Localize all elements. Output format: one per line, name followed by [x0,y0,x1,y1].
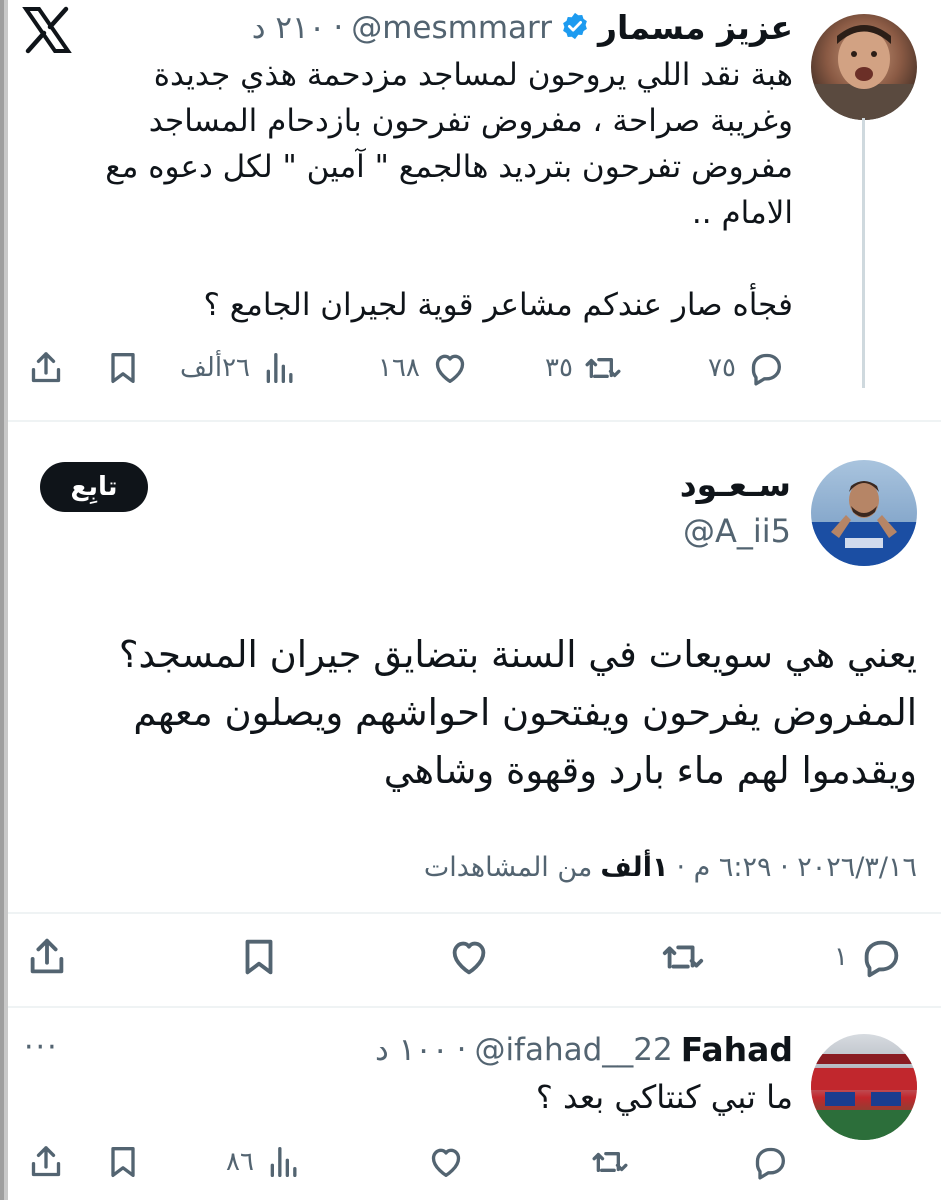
share-button[interactable] [26,348,66,388]
author-handle[interactable]: @ifahad__22 [474,1032,672,1068]
bookmark-button[interactable] [103,348,143,388]
heart-icon [435,354,465,383]
divider [8,420,941,422]
reply-button[interactable] [750,1142,790,1182]
author-handle[interactable]: @mesmmarr [351,10,552,46]
bar-chart-icon [266,353,293,383]
tweet-time[interactable]: ٢١٠ د [252,10,326,46]
author-name[interactable]: سـعـود [680,465,791,504]
reply-count: ٧٥ [708,353,736,383]
tweet-meta: ٢٠٢٦/٣/١٦ · ٦:٢٩ م · ١ألف من المشاهدات [424,852,917,883]
tweet2-text: يعني هي سويعات في السنة بتضايق جيران الم… [118,633,917,792]
tweet1-header: عزيز مسمار @mesmmarr · ٢١٠ د [252,8,793,47]
avatar[interactable] [811,460,917,566]
retweet-button[interactable] [660,934,706,980]
reply-button[interactable]: ٧٥ [708,348,786,388]
reply-icon [864,940,899,978]
retweet-icon [585,358,621,378]
views-label: من المشاهدات [423,852,593,883]
left-edge-border-dark [0,0,4,1200]
bookmark-icon [245,939,273,975]
divider [8,912,941,914]
separator-dot: · [456,1031,467,1068]
retweet-icon [592,1152,628,1172]
tweet3-text: ما تبي كنتاكي بعد ؟ [535,1078,793,1116]
bookmark-icon [111,1147,135,1177]
heart-icon [452,941,486,975]
bookmark-button[interactable] [236,934,282,980]
avatar[interactable] [811,14,917,120]
share-icon [31,1146,61,1177]
tweet-timestamp[interactable]: ٢٠٢٦/٣/١٦ · ٦:٢٩ م · [676,852,917,883]
reply-count: ١ [834,942,848,972]
share-button[interactable] [24,934,70,980]
tweet-time[interactable]: ١٠٠ د [375,1032,449,1068]
views-count: ١ألف [600,852,669,883]
heart-icon [431,1148,461,1177]
views-count: ٨٦ [226,1147,254,1177]
retweet-button[interactable]: ٣٥ [545,348,623,388]
more-options-icon[interactable]: ··· [24,1030,59,1065]
views-button[interactable]: ٨٦ [226,1142,304,1182]
views-button[interactable]: ٢٦ألف [180,348,300,388]
bookmark-icon [111,353,135,383]
like-button[interactable]: ١٦٨ [378,348,470,388]
author-name[interactable]: Fahad [681,1030,793,1069]
separator-dot: · [333,9,344,46]
reply-button[interactable]: ١ [834,934,904,980]
bar-chart-icon [270,1147,297,1177]
like-button[interactable] [426,1142,466,1182]
bookmark-button[interactable] [103,1142,143,1182]
tweet3-header: Fahad @ifahad__22 · ١٠٠ د [375,1030,793,1069]
like-count: ١٦٨ [378,353,420,383]
thread-connector [862,118,865,388]
divider [8,1006,941,1008]
retweet-icon [662,945,704,969]
views-count: ٢٦ألف [180,353,250,383]
like-button[interactable] [446,934,492,980]
author-handle[interactable]: @A_ii5 [683,512,791,550]
verified-badge-icon [560,11,590,45]
retweet-count: ٣٥ [545,353,573,383]
share-icon [31,352,61,383]
reply-icon [751,353,781,386]
reply-icon [755,1147,785,1180]
share-icon [30,938,64,974]
x-logo-icon[interactable] [22,6,72,54]
follow-button[interactable]: تابِع [40,462,148,512]
share-button[interactable] [26,1142,66,1182]
avatar[interactable] [811,1034,917,1140]
retweet-button[interactable] [590,1142,630,1182]
author-name[interactable]: عزيز مسمار [598,8,793,47]
tweet1-text: هبة نقد اللي يروحون لمساجد مزدحمة هذي جد… [105,57,793,323]
